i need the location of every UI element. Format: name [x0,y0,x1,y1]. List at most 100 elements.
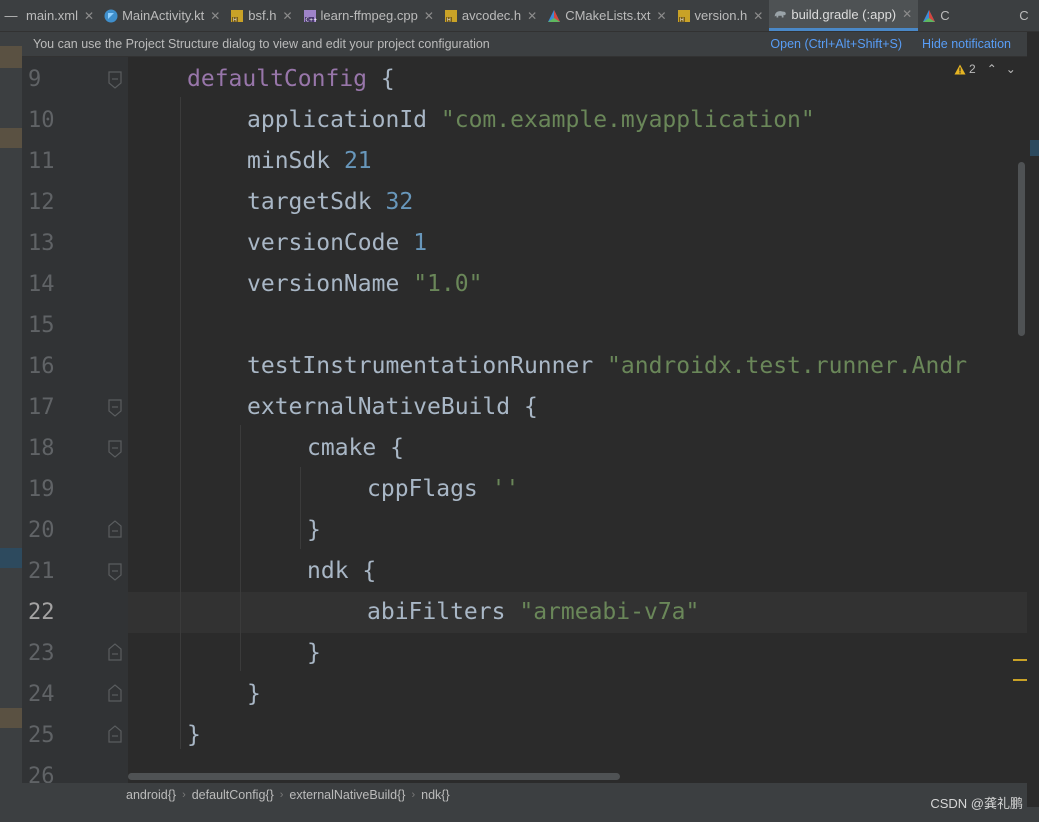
code-punct: } [307,517,321,543]
hide-notification-link[interactable]: Hide notification [922,37,1011,51]
code-string: '' [491,476,520,502]
code-identifier: versionName [247,271,400,297]
indent-guide [180,97,181,749]
bookmark-marker [0,708,22,728]
code-identifier: ndk [307,558,349,584]
code-identifier: externalNativeBuild [247,394,511,420]
code-punct: { [367,66,395,92]
code-keyword: defaultConfig [187,66,368,92]
code-identifier: abiFilters [367,599,506,625]
code-number: 1 [413,230,428,256]
code-identifier: targetSdk [247,189,372,215]
breadcrumb-item[interactable]: externalNativeBuild{} [283,788,411,802]
tab-cmakelists-txt[interactable]: CMakeLists.txt ✕ [543,0,672,31]
code-number: 32 [385,189,414,215]
tab-cmake-partial[interactable]: C [918,0,955,31]
header-file-icon: H [677,9,691,23]
fold-close-icon[interactable] [108,643,122,661]
close-icon[interactable]: ✕ [282,9,292,23]
tab-avcodec-h[interactable]: H avcodec.h ✕ [440,0,543,31]
gradle-file-icon [773,7,787,21]
tab-mainactivity-kt[interactable]: MainActivity.kt ✕ [100,0,226,31]
chevron-up-icon[interactable]: ⌃ [987,62,997,76]
tab-list-menu-icon[interactable]: — [0,0,22,31]
fold-open-icon[interactable] [108,563,122,581]
close-icon[interactable]: ✕ [902,7,912,21]
code-line-14: versionName "1.0" [247,264,482,305]
fold-close-icon[interactable] [108,725,122,743]
warning-stripe-marker[interactable] [1013,659,1027,661]
fold-open-icon[interactable] [108,71,122,89]
code-line-17: externalNativeBuild { [247,387,538,428]
svg-text:H: H [233,17,237,23]
code-editor[interactable]: defaultConfig { applicationId "com.examp… [128,57,1027,783]
close-icon[interactable]: ✕ [84,9,94,23]
line-number: 21 [28,559,55,584]
left-tool-strip [0,32,22,822]
warning-count: 2 [969,62,976,76]
close-icon[interactable]: ✕ [527,9,537,23]
code-punct: } [187,722,201,748]
breadcrumb-item[interactable]: defaultConfig{} [186,788,280,802]
inspection-widget[interactable]: 2 ⌃ ⌄ [954,62,1016,76]
line-number: 18 [28,436,55,461]
tab-label: version.h [694,8,748,23]
code-identifier: cmake [307,435,377,461]
code-identifier: cppFlags [367,476,478,502]
tab-bsf-h[interactable]: H bsf.h ✕ [226,0,298,31]
fold-close-icon[interactable] [108,520,122,538]
breadcrumb-item[interactable]: android{} [120,788,182,802]
notification-bar: You can use the Project Structure dialog… [22,32,1027,57]
close-icon[interactable]: ✕ [210,9,220,23]
line-number-gutter: 9 10 11 12 13 14 15 16 17 18 19 20 21 22… [22,57,128,789]
code-line-25: } [187,715,201,756]
fold-open-icon[interactable] [108,399,122,417]
close-icon[interactable]: ✕ [753,9,763,23]
tab-label: CMakeLists.txt [565,8,651,23]
code-line-23: } [307,633,321,674]
vertical-scrollbar-thumb[interactable] [1018,162,1025,336]
open-project-structure-link[interactable]: Open (Ctrl+Alt+Shift+S) [770,37,902,51]
close-icon[interactable]: ✕ [656,9,666,23]
tab-main-xml[interactable]: main.xml ✕ [22,0,100,31]
line-number: 24 [28,682,55,707]
code-punct: } [307,640,321,666]
code-line-21: ndk { [307,551,376,592]
fold-open-icon[interactable] [108,440,122,458]
code-line-16: testInstrumentationRunner "androidx.test… [247,346,967,387]
code-line-22: abiFilters "armeabi-v7a" [367,592,699,633]
tab-label: main.xml [26,8,79,23]
code-line-10: applicationId "com.example.myapplication… [247,100,815,141]
code-punct: { [510,394,538,420]
tab-label: MainActivity.kt [122,8,205,23]
tab-label: learn-ffmpeg.cpp [320,8,418,23]
chevron-down-icon[interactable]: ⌄ [1006,62,1016,76]
tab-overflow-label: C [1019,8,1029,23]
tab-label: avcodec.h [461,8,522,23]
tab-overflow-button[interactable]: C [1009,0,1039,31]
code-string: "androidx.test.runner.Andr [607,353,968,379]
breadcrumb-item[interactable]: ndk{} [415,788,456,802]
close-icon[interactable]: ✕ [424,9,434,23]
horizontal-scrollbar-thumb[interactable] [128,773,620,780]
current-line-number: 22 [28,600,55,625]
code-string: "1.0" [413,271,483,297]
code-line-19: cppFlags '' [367,469,519,510]
line-number: 10 [28,108,55,133]
code-string: "armeabi-v7a" [519,599,700,625]
tab-version-h[interactable]: H version.h ✕ [673,0,770,31]
svg-text:H: H [680,17,684,23]
warning-stripe-marker[interactable] [1013,679,1027,681]
line-number: 20 [28,518,55,543]
notification-message: You can use the Project Structure dialog… [33,37,490,51]
line-number: 16 [28,354,55,379]
indent-guide [240,425,241,671]
error-stripe-marker [1030,140,1039,156]
fold-close-icon[interactable] [108,684,122,702]
tab-learn-ffmpeg-cpp[interactable]: C++ learn-ffmpeg.cpp ✕ [299,0,440,31]
breadcrumb: android{} › defaultConfig{} › externalNa… [22,783,1027,807]
line-number: 19 [28,477,55,502]
tab-label: bsf.h [248,8,277,23]
tab-build-gradle-app[interactable]: build.gradle (:app) ✕ [769,0,919,31]
line-number: 14 [28,272,55,297]
